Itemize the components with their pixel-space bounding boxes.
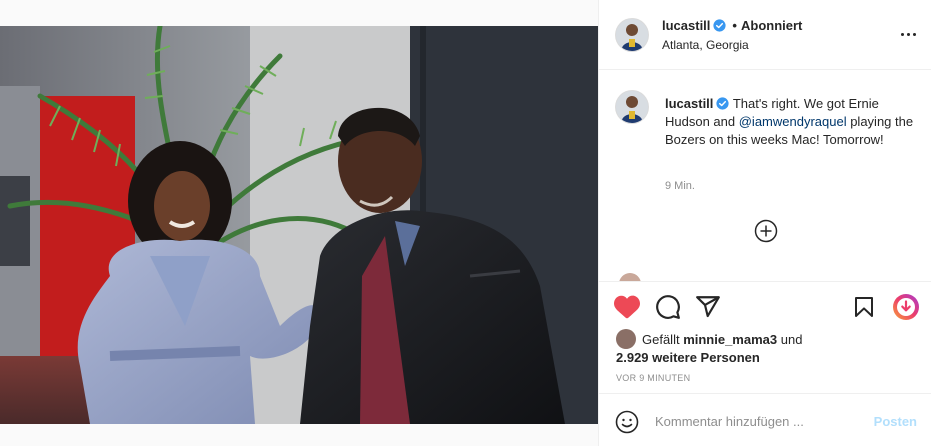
post-timestamp[interactable]: VOR 9 MINUTEN	[616, 373, 690, 383]
bookmark-icon[interactable]	[852, 294, 876, 320]
author-username[interactable]: lucastill	[662, 18, 710, 33]
caption-timestamp[interactable]: 9 Min.	[665, 180, 695, 192]
caption-text: lucastill That's right. We got Ernie Hud…	[665, 95, 915, 149]
likes-others-link[interactable]: 2.929 weitere Personen	[616, 350, 760, 365]
liker-avatar[interactable]	[616, 329, 636, 349]
paper-plane-icon[interactable]	[695, 294, 721, 320]
heart-filled-icon[interactable]	[613, 294, 641, 320]
comment-bubble-icon[interactable]	[655, 294, 681, 320]
post-photo[interactable]	[0, 26, 598, 424]
post-side-panel: lucastill • Abonniert Atlanta, Georgia l…	[598, 0, 931, 446]
post-header: lucastill • Abonniert Atlanta, Georgia	[599, 0, 931, 70]
likes-prefix: Gefällt	[642, 332, 684, 347]
likes-summary: Gefällt minnie_mama3 und 2.929 weitere P…	[616, 329, 916, 367]
post-location[interactable]: Atlanta, Georgia	[662, 38, 749, 52]
add-comment-bar: Posten	[599, 393, 931, 446]
post-modal: lucastill • Abonniert Atlanta, Georgia l…	[0, 0, 931, 446]
author-avatar[interactable]	[616, 19, 648, 51]
follow-status[interactable]: Abonniert	[741, 18, 802, 33]
post-photo-area	[0, 0, 598, 446]
caption-author-avatar[interactable]	[616, 91, 648, 123]
liker-username[interactable]: minnie_mama3	[683, 332, 777, 347]
smiley-icon[interactable]	[615, 410, 639, 434]
plus-circle-icon[interactable]	[754, 219, 778, 243]
post-actions: Gefällt minnie_mama3 und 2.929 weitere P…	[599, 281, 931, 393]
separator-dot: •	[732, 18, 737, 33]
next-comment-avatar[interactable]	[619, 273, 641, 281]
author-line: lucastill • Abonniert	[662, 18, 802, 33]
caption-username[interactable]: lucastill	[665, 96, 713, 111]
caption-mention-link[interactable]: @iamwendyraquel	[739, 114, 847, 129]
verified-badge-icon	[716, 97, 730, 110]
verified-badge-icon	[713, 19, 727, 32]
post-comment-button[interactable]: Posten	[874, 414, 917, 429]
comments-section: lucastill That's right. We got Ernie Hud…	[599, 71, 931, 281]
more-options-icon[interactable]	[898, 24, 918, 44]
download-circle-icon[interactable]	[892, 293, 920, 321]
comment-input[interactable]	[655, 410, 855, 432]
likes-and: und	[777, 332, 803, 347]
